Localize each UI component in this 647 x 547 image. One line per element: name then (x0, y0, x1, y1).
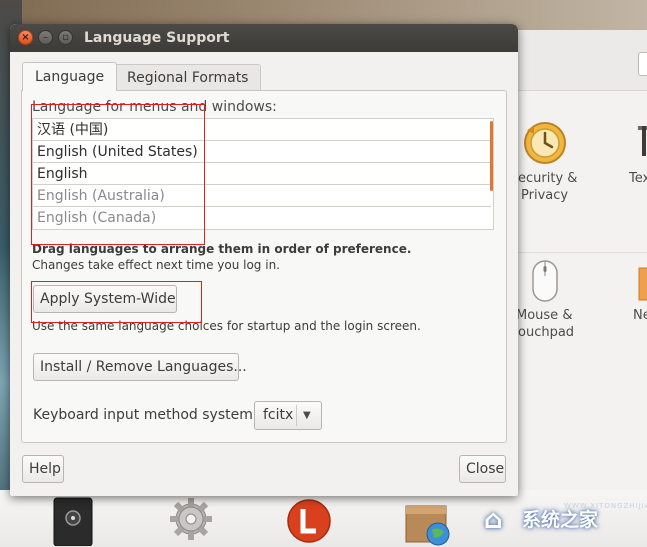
network-label: Ne (633, 308, 647, 323)
background-settings-window (500, 30, 647, 490)
mouse-icon[interactable] (530, 258, 560, 304)
install-remove-languages-button[interactable]: Install / Remove Languages... (33, 353, 247, 381)
keyboard-input-label: Keyboard input method system: (33, 407, 258, 423)
tab-regional-formats[interactable]: Regional Formats (114, 64, 262, 90)
language-item[interactable]: 汉语 (中国) (33, 119, 491, 141)
mouse-touchpad-label: Mouse & ouchpad (516, 308, 575, 340)
maximize-window-icon[interactable]: ▫ (58, 30, 73, 45)
software-center-icon[interactable] (404, 500, 452, 546)
close-button[interactable]: Close (459, 455, 506, 483)
language-list[interactable]: 汉语 (中国) English (United States) English … (32, 118, 494, 230)
keyboard-input-value: fcitx (263, 407, 294, 423)
settings-search-input[interactable] (638, 52, 647, 76)
apply-hint: Use the same language choices for startu… (32, 319, 421, 333)
watermark: ⌂ 系统之家 WWW.XITONGZHIJIA.NET (478, 498, 647, 542)
tab-language[interactable]: Language (22, 62, 118, 91)
minimize-window-icon[interactable]: – (38, 30, 53, 45)
chevron-down-icon: ▼ (303, 410, 311, 421)
language-list-scrollbar[interactable] (490, 121, 493, 191)
window-title: Language Support (84, 30, 230, 46)
section-label: Language for menus and windows: (32, 99, 277, 115)
safe-icon[interactable] (52, 496, 94, 546)
language-item[interactable]: English (Australia) (33, 185, 491, 207)
watermark-logo-icon: ⌂ (484, 505, 503, 535)
security-privacy-icon[interactable] (522, 120, 568, 166)
language-item[interactable]: English (Canada) (33, 207, 491, 229)
language-item[interactable]: English (33, 163, 491, 185)
close-window-icon[interactable]: × (18, 30, 33, 45)
titlebar: × – ▫ Language Support (10, 24, 518, 52)
network-icon[interactable] (636, 262, 647, 302)
apply-system-wide-button[interactable]: Apply System-Wide (33, 285, 177, 313)
keyboard-input-select[interactable]: fcitx ▼ (254, 401, 322, 430)
libreoffice-icon[interactable] (286, 498, 332, 544)
help-button[interactable]: Help (22, 455, 64, 483)
combo-divider (296, 405, 297, 426)
drag-hint: Drag languages to arrange them in order … (32, 242, 412, 256)
settings-toolbar (501, 30, 647, 91)
text-entry-label: Tex (629, 171, 647, 186)
changes-hint: Changes take effect next time you log in… (32, 258, 280, 272)
gear-icon[interactable] (168, 496, 214, 542)
settings-divider (501, 252, 647, 253)
security-privacy-label: ecurity & Privacy (518, 171, 578, 203)
language-item[interactable]: English (United States) (33, 141, 491, 163)
text-entry-icon[interactable] (632, 124, 647, 164)
language-support-dialog: × – ▫ Language Support Language Regional… (10, 24, 518, 496)
